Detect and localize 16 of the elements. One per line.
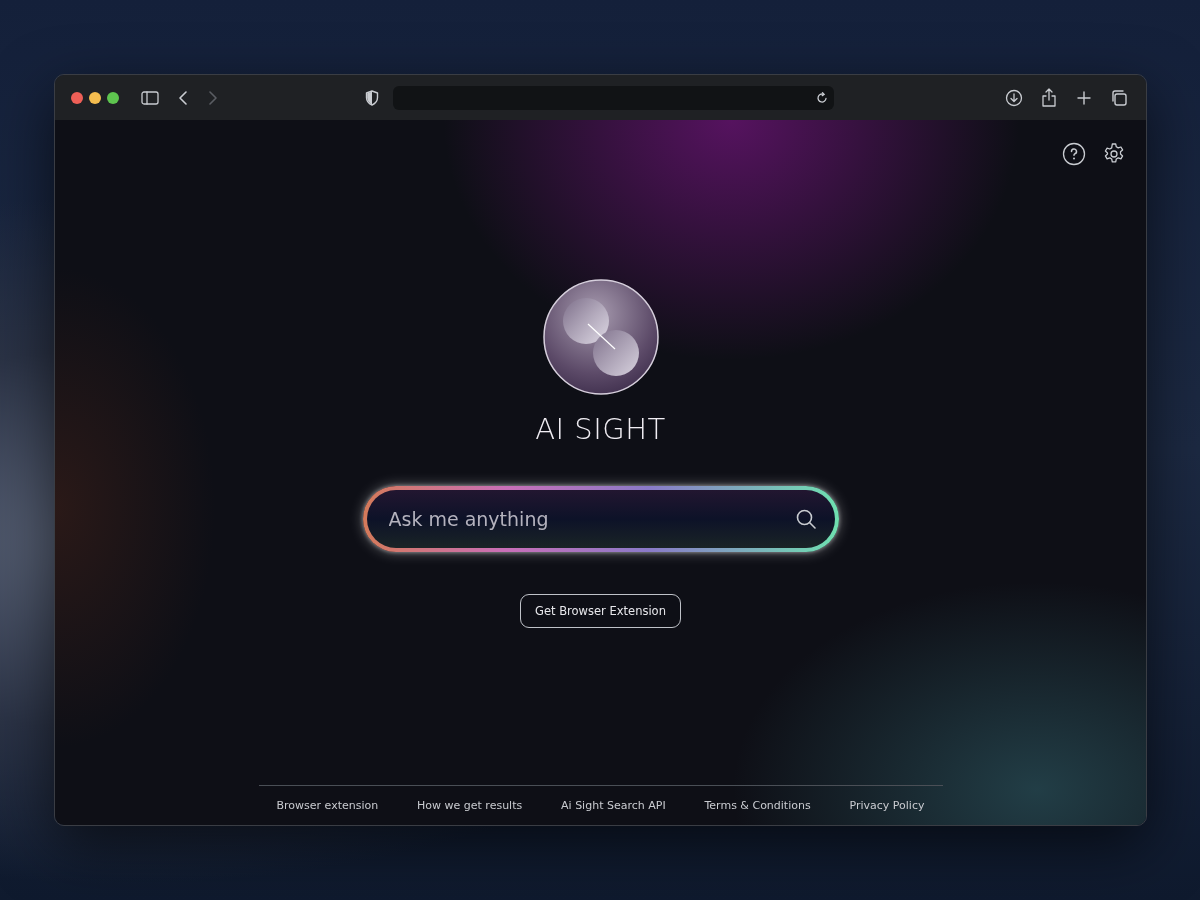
back-button[interactable] <box>179 89 189 106</box>
footer-link[interactable]: Browser extension <box>276 799 379 812</box>
footer-link[interactable]: Privacy Policy <box>849 799 925 812</box>
footer-link[interactable]: How we get results <box>417 799 523 812</box>
maximize-button[interactable] <box>107 91 119 104</box>
logo-icon <box>541 278 660 396</box>
reload-icon[interactable] <box>816 91 828 104</box>
search-input[interactable]: Ask me anything <box>386 507 795 531</box>
brand-title: AI SIGHT <box>535 412 666 446</box>
help-icon[interactable] <box>1062 142 1086 166</box>
get-extension-button[interactable]: Get Browser Extension <box>520 594 681 628</box>
footer-link[interactable]: Terms & Conditions <box>704 799 811 812</box>
minimize-button[interactable] <box>89 91 101 104</box>
close-button[interactable] <box>71 91 83 104</box>
footer-link[interactable]: Ai Sight Search API <box>561 799 666 812</box>
search-icon[interactable] <box>794 508 817 530</box>
